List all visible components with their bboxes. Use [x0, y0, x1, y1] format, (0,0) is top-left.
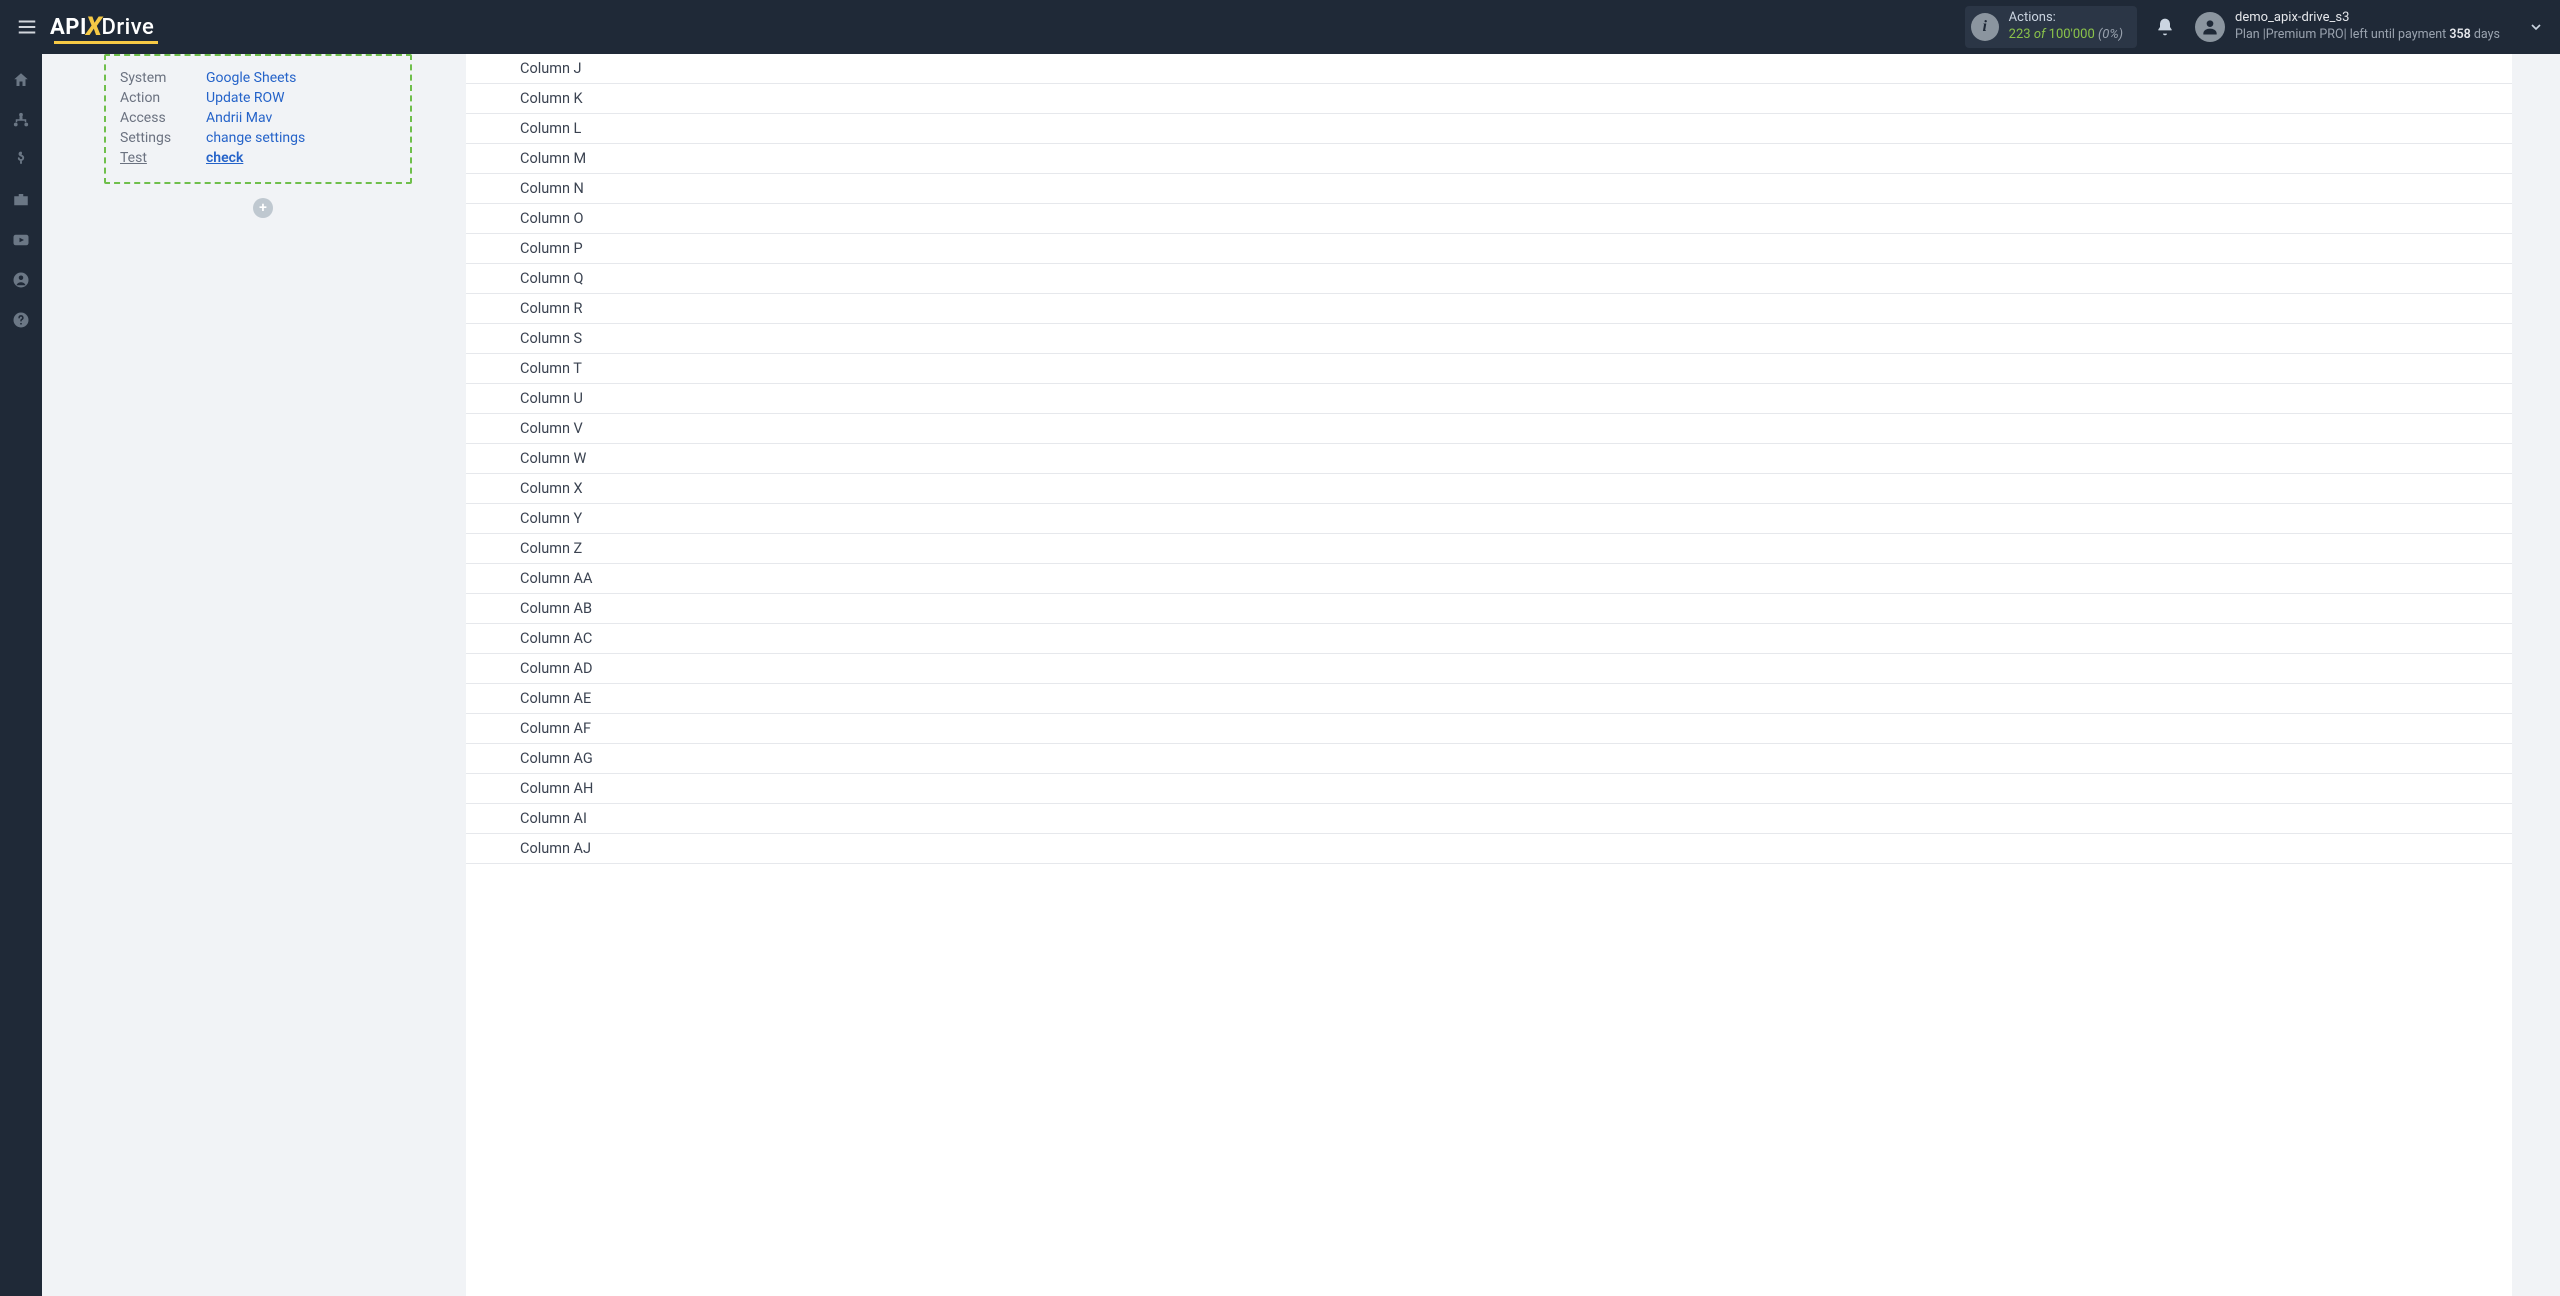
app-header: API X Drive i Actions: 223 of 100'000 (0… [0, 0, 2560, 54]
user-plan: Plan |Premium PRO| left until payment 35… [2235, 27, 2500, 43]
column-item[interactable]: Column V [466, 414, 2512, 444]
nav-account-icon[interactable] [0, 260, 42, 300]
column-item[interactable]: Column L [466, 114, 2512, 144]
column-item[interactable]: Column AD [466, 654, 2512, 684]
actions-counter[interactable]: i Actions: 223 of 100'000 (0%) [1965, 6, 2137, 48]
card-value-test[interactable]: check [206, 150, 243, 166]
info-icon: i [1971, 13, 1999, 41]
column-item[interactable]: Column AC [466, 624, 2512, 654]
nav-help-icon[interactable] [0, 300, 42, 340]
app-logo[interactable]: API X Drive [50, 12, 154, 42]
column-item[interactable]: Column W [466, 444, 2512, 474]
column-item[interactable]: Column Q [466, 264, 2512, 294]
column-item[interactable]: Column AE [466, 684, 2512, 714]
nav-connections-icon[interactable] [0, 100, 42, 140]
right-gutter [2512, 54, 2536, 1296]
column-item[interactable]: Column R [466, 294, 2512, 324]
page-body: System Google Sheets Action Update ROW A… [42, 54, 2560, 1296]
card-row-action: Action Update ROW [120, 88, 396, 108]
sidebar-nav [0, 54, 42, 1296]
nav-billing-icon[interactable] [0, 140, 42, 180]
column-item[interactable]: Column M [466, 144, 2512, 174]
column-list: Column JColumn KColumn LColumn MColumn N… [466, 54, 2512, 864]
user-name: demo_apix-drive_s3 [2235, 10, 2500, 27]
column-item[interactable]: Column J [466, 54, 2512, 84]
card-label: Access [120, 110, 206, 126]
column-item[interactable]: Column AG [466, 744, 2512, 774]
card-label: Action [120, 90, 206, 106]
card-row-settings: Settings change settings [120, 128, 396, 148]
column-item[interactable]: Column P [466, 234, 2512, 264]
column-item[interactable]: Column AH [466, 774, 2512, 804]
logo-text-api: API [50, 15, 87, 40]
column-item[interactable]: Column N [466, 174, 2512, 204]
actions-percent: (0%) [2098, 27, 2123, 42]
avatar-icon [2195, 12, 2225, 42]
column-item[interactable]: Column X [466, 474, 2512, 504]
integration-card: System Google Sheets Action Update ROW A… [104, 54, 412, 184]
column-item[interactable]: Column AI [466, 804, 2512, 834]
nav-briefcase-icon[interactable] [0, 180, 42, 220]
column-item[interactable]: Column Y [466, 504, 2512, 534]
column-item[interactable]: Column AF [466, 714, 2512, 744]
column-item[interactable]: Column T [466, 354, 2512, 384]
card-label: Test [120, 150, 206, 166]
user-info: demo_apix-drive_s3 Plan |Premium PRO| le… [2235, 10, 2500, 43]
hamburger-menu-icon[interactable] [8, 8, 46, 46]
card-label: Settings [120, 130, 206, 146]
add-button[interactable]: + [253, 198, 273, 218]
actions-text: Actions: 223 of 100'000 (0%) [2009, 10, 2123, 44]
left-column: System Google Sheets Action Update ROW A… [66, 54, 466, 1296]
column-item[interactable]: Column O [466, 204, 2512, 234]
card-row-system: System Google Sheets [120, 68, 396, 88]
column-item[interactable]: Column K [466, 84, 2512, 114]
nav-home-icon[interactable] [0, 60, 42, 100]
column-item[interactable]: Column U [466, 384, 2512, 414]
plus-icon: + [259, 200, 267, 216]
actions-of: of [2034, 27, 2046, 42]
card-row-access: Access Andrii Mav [120, 108, 396, 128]
logo-text-drive: Drive [101, 15, 154, 40]
card-label: System [120, 70, 206, 86]
column-item[interactable]: Column AJ [466, 834, 2512, 864]
notifications-icon[interactable] [2155, 17, 2175, 37]
card-value-system[interactable]: Google Sheets [206, 70, 296, 86]
card-row-test: Test check [120, 148, 396, 168]
user-menu[interactable]: demo_apix-drive_s3 Plan |Premium PRO| le… [2195, 10, 2544, 43]
actions-limit: 100'000 [2049, 27, 2095, 42]
columns-panel: Column JColumn KColumn LColumn MColumn N… [466, 54, 2512, 1296]
logo-text-x: X [86, 12, 103, 42]
column-item[interactable]: Column Z [466, 534, 2512, 564]
card-value-settings[interactable]: change settings [206, 130, 305, 146]
column-item[interactable]: Column S [466, 324, 2512, 354]
card-value-access[interactable]: Andrii Mav [206, 110, 272, 126]
column-item[interactable]: Column AA [466, 564, 2512, 594]
nav-video-icon[interactable] [0, 220, 42, 260]
actions-count: 223 [2009, 27, 2031, 42]
card-value-action[interactable]: Update ROW [206, 90, 285, 106]
chevron-down-icon [2528, 19, 2544, 35]
actions-label: Actions: [2009, 10, 2123, 27]
column-item[interactable]: Column AB [466, 594, 2512, 624]
